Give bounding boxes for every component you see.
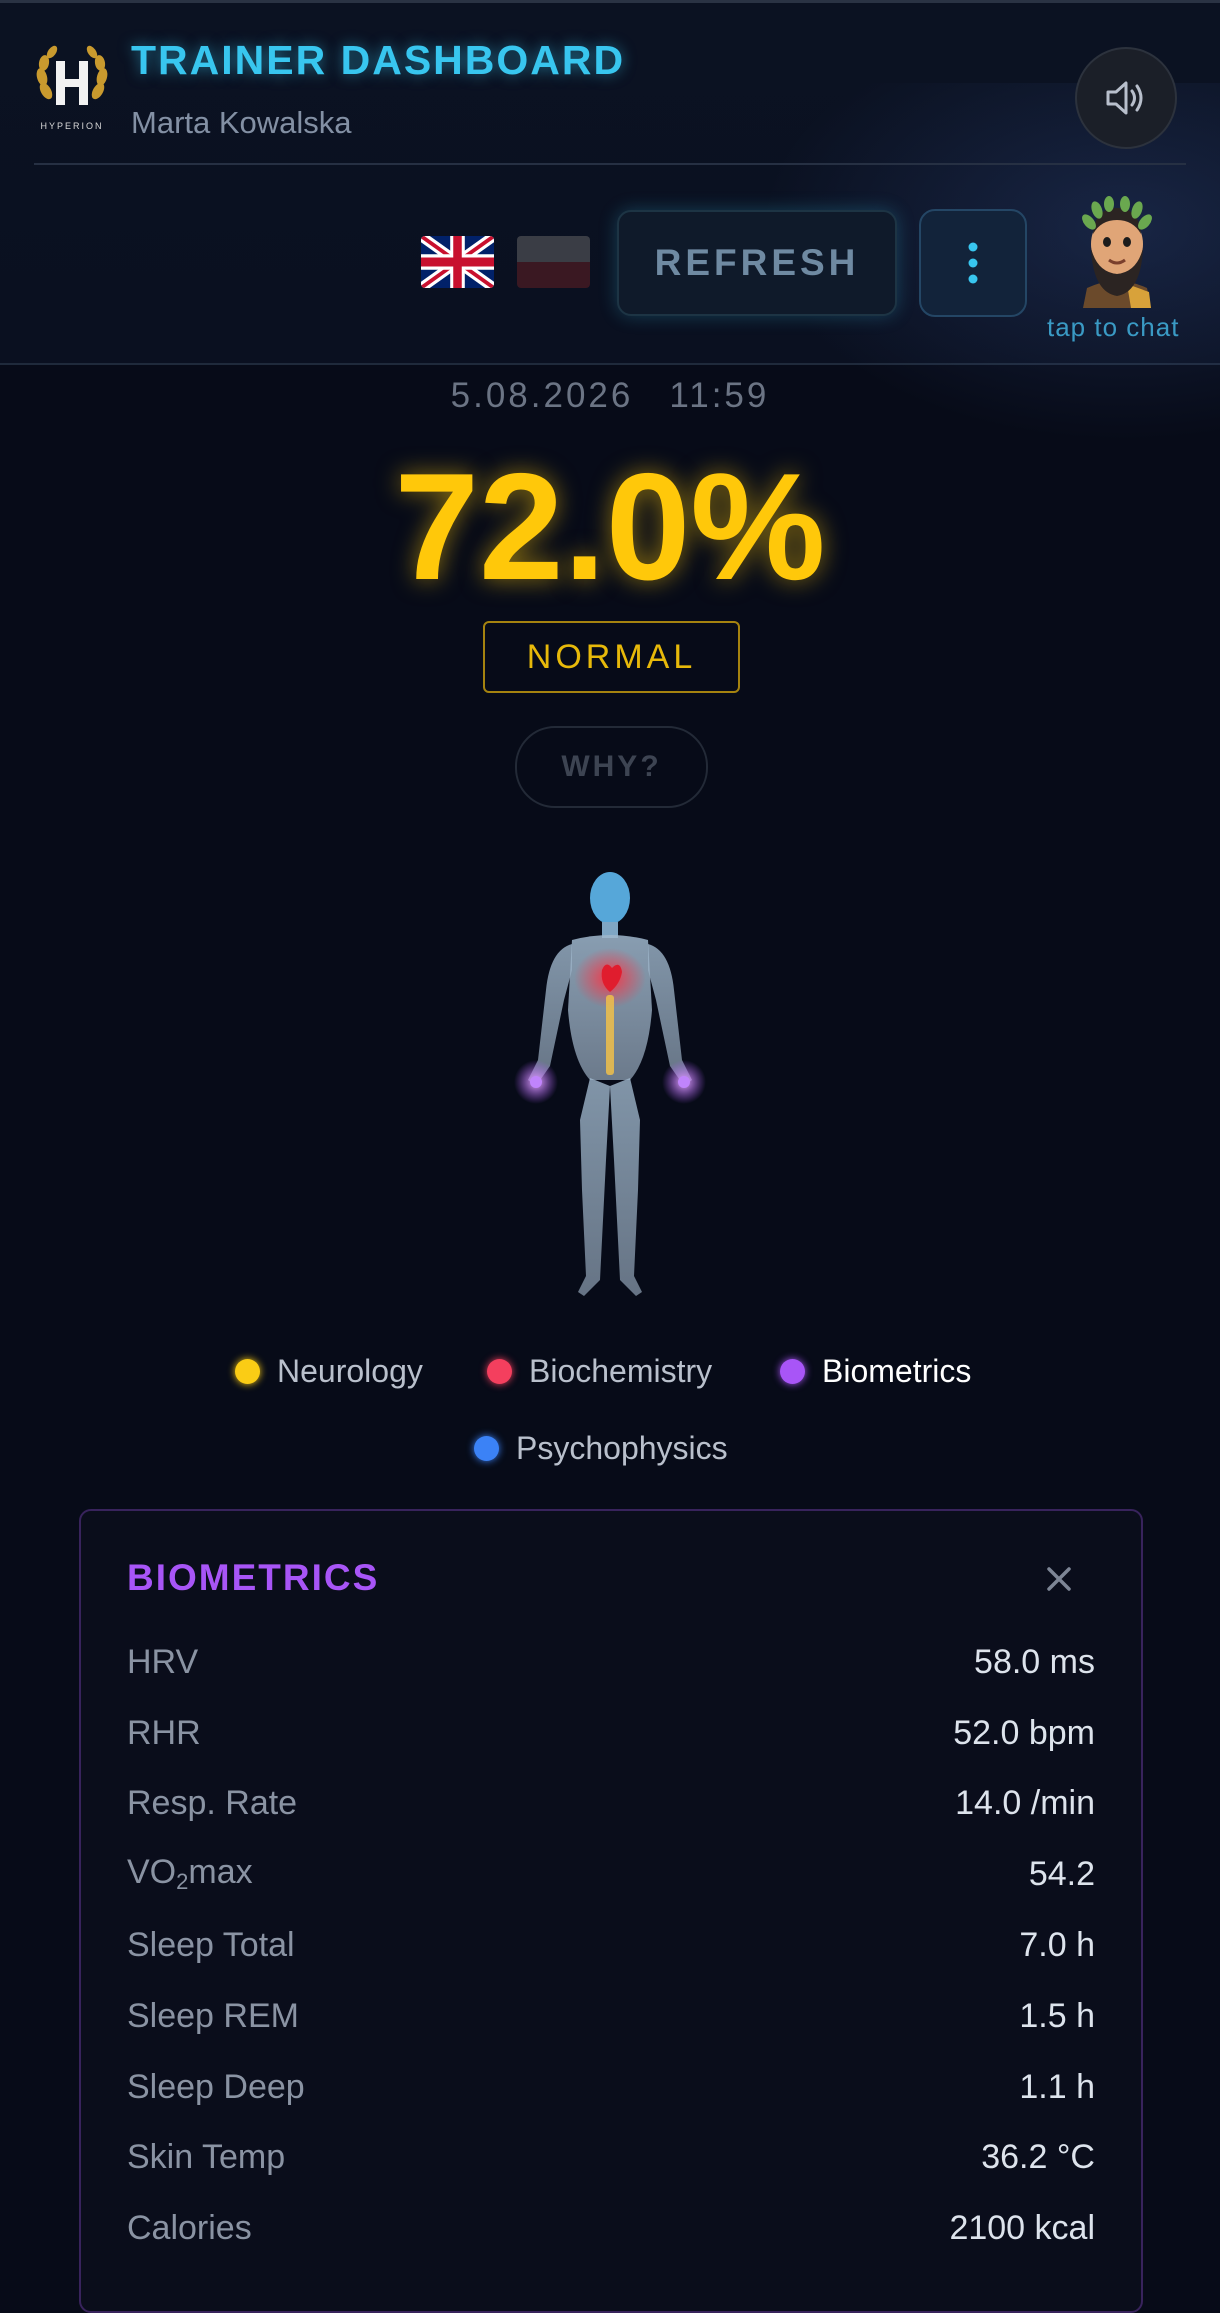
metric-label: Sleep Total	[127, 1925, 295, 1964]
timestamp: 5.08.2026 11:59	[0, 376, 1220, 416]
readiness-score: 72.0%	[394, 442, 826, 612]
metric-value: 7.0 h	[1019, 1925, 1095, 1964]
legend-label: Biochemistry	[529, 1353, 713, 1389]
panel-title: BIOMETRICS	[127, 1557, 380, 1598]
metric-value: 2100 kcal	[949, 2208, 1095, 2247]
metric-label: Sleep REM	[127, 1996, 299, 2035]
tap-to-chat-label[interactable]: tap to chat	[1047, 312, 1179, 343]
pl-flag-icon[interactable]	[517, 236, 590, 288]
metric-row: Resp. Rate 14.0 /min	[127, 1773, 1095, 1833]
metric-row: Sleep Deep 1.1 h	[127, 2057, 1095, 2117]
metric-label: HRV	[127, 1642, 199, 1681]
metric-row: VO2max 54.2	[127, 1844, 1095, 1904]
neurology-dot-icon	[235, 1359, 260, 1384]
legend-biochemistry[interactable]: Biochemistry	[487, 1353, 712, 1390]
psychophysics-dot-icon	[474, 1436, 499, 1461]
human-body-figure[interactable]	[480, 860, 740, 1310]
date-label: 5.08.2026	[450, 376, 634, 415]
metric-label: Sleep Deep	[127, 2067, 305, 2106]
metric-value: 1.1 h	[1019, 2067, 1095, 2106]
metric-row: Calories 2100 kcal	[127, 2198, 1095, 2258]
sound-toggle-button[interactable]	[1075, 47, 1177, 149]
legend-biometrics[interactable]: Biometrics	[780, 1353, 971, 1390]
uk-flag-icon[interactable]	[421, 236, 494, 288]
hyperion-logo: HYPERION	[36, 45, 108, 131]
why-button[interactable]: WHY?	[515, 726, 708, 808]
metric-label: Resp. Rate	[127, 1783, 298, 1822]
page-title: TRAINER DASHBOARD	[131, 37, 626, 83]
speaker-icon	[1106, 81, 1143, 115]
status-badge: NORMAL	[483, 621, 740, 693]
metric-row: RHR 52.0 bpm	[127, 1703, 1095, 1763]
metric-value: 36.2 °C	[981, 2137, 1095, 2176]
header-divider	[34, 163, 1186, 165]
athlete-name: Marta Kowalska	[131, 105, 352, 140]
metric-value: 58.0 ms	[974, 1642, 1095, 1681]
refresh-button[interactable]: REFRESH	[617, 210, 897, 316]
metric-row: HRV 58.0 ms	[127, 1632, 1095, 1692]
logo-text: HYPERION	[40, 121, 103, 131]
metric-label: Skin Temp	[127, 2137, 286, 2176]
time-label: 11:59	[669, 376, 770, 415]
menu-button[interactable]	[919, 209, 1027, 317]
biochemistry-dot-icon	[487, 1359, 512, 1384]
biometrics-dot-icon	[780, 1359, 805, 1384]
metric-label: Calories	[127, 2208, 252, 2247]
legend-label: Neurology	[277, 1353, 423, 1389]
legend-label: Psychophysics	[516, 1430, 728, 1466]
legend-psychophysics[interactable]: Psychophysics	[474, 1430, 728, 1467]
metric-value: 52.0 bpm	[953, 1713, 1095, 1752]
metric-label: RHR	[127, 1713, 201, 1752]
metric-value: 1.5 h	[1019, 1996, 1095, 2035]
biometrics-panel: BIOMETRICS HRV 58.0 ms RHR 52.0 bpm Resp…	[79, 1509, 1143, 2313]
vertical-dots-icon	[968, 242, 978, 284]
metric-label: VO2max	[127, 1853, 253, 1894]
close-icon[interactable]	[1041, 1561, 1077, 1597]
metric-row: Sleep REM 1.5 h	[127, 1986, 1095, 2046]
legend-neurology[interactable]: Neurology	[235, 1353, 423, 1390]
metric-value: 14.0 /min	[955, 1783, 1095, 1822]
metric-row: Sleep Total 7.0 h	[127, 1915, 1095, 1975]
app-header: HYPERION TRAINER DASHBOARD Marta Kowalsk…	[0, 0, 1220, 443]
metric-value: 54.2	[1028, 1854, 1095, 1893]
coach-avatar[interactable]	[1067, 188, 1167, 308]
legend-label: Biometrics	[822, 1353, 972, 1389]
metric-row: Skin Temp 36.2 °C	[127, 2127, 1095, 2187]
